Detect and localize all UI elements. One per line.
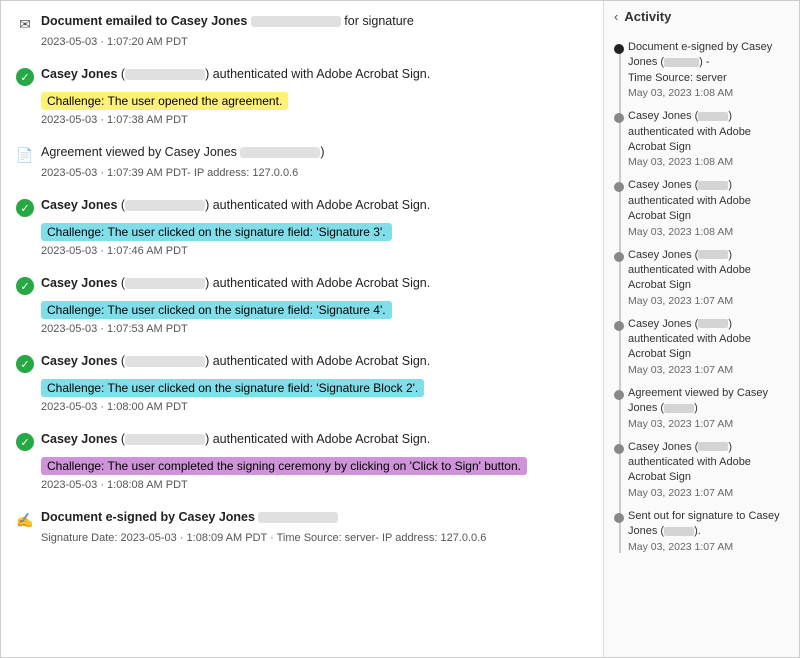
timeline-item-6: Casey Jones ()authenticated with Adobe A… (628, 440, 789, 499)
event-text-wrapper: Casey Jones () authenticated with Adobe … (41, 353, 589, 371)
event-text-wrapper: Agreement viewed by Casey Jones ) (41, 144, 589, 162)
event-text: Casey Jones () authenticated with Adobe … (41, 198, 430, 212)
event-timestamp-auth-5: 2023-05-03 · 1:08:08 AM PDT (41, 479, 589, 491)
timeline-date-1: May 03, 2023 1:08 AM (628, 156, 789, 168)
activity-title: Activity (624, 9, 671, 24)
check-icon: ✓ (15, 198, 35, 218)
event-text-wrapper: Casey Jones () authenticated with Adobe … (41, 431, 589, 449)
timeline-text-7: Sent out for signature to Casey Jones ()… (628, 509, 789, 540)
challenge-box-auth-2: Challenge: The user clicked on the signa… (41, 223, 392, 241)
event-header-auth-5: ✓ Casey Jones () authenticated with Adobe… (15, 431, 589, 452)
event-text: Document e-signed by Casey Jones (41, 510, 338, 524)
timeline-item-3: Casey Jones ()authenticated with Adobe A… (628, 248, 789, 307)
timeline-dot-1 (614, 113, 624, 123)
timeline-text-2: Casey Jones ()authenticated with Adobe A… (628, 178, 789, 224)
left-panel: ✉ Document emailed to Casey Jones for sig… (1, 1, 604, 657)
timeline-text-6: Casey Jones ()authenticated with Adobe A… (628, 440, 789, 486)
timeline-item-7: Sent out for signature to Casey Jones ()… (628, 509, 789, 553)
timeline-date-2: May 03, 2023 1:08 AM (628, 226, 789, 238)
event-header-esigned: ✍ Document e-signed by Casey Jones (15, 509, 589, 530)
timeline-date-5: May 03, 2023 1:07 AM (628, 418, 789, 430)
timeline-date-7: May 03, 2023 1:07 AM (628, 541, 789, 553)
event-header-auth-1: ✓ Casey Jones () authenticated with Adobe… (15, 66, 589, 87)
event-timestamp-auth-2: 2023-05-03 · 1:07:46 AM PDT (41, 245, 589, 257)
timeline-text-1: Casey Jones ()authenticated with Adobe A… (628, 109, 789, 155)
challenge-box-auth-5: Challenge: The user completed the signin… (41, 457, 527, 475)
timeline-item-1: Casey Jones ()authenticated with Adobe A… (628, 109, 789, 168)
check-icon: ✓ (15, 276, 35, 296)
timeline-date-4: May 03, 2023 1:07 AM (628, 364, 789, 376)
activity-timeline: Document e-signed by Casey Jones () -Tim… (614, 40, 789, 553)
timeline-dot-6 (614, 444, 624, 454)
esign-icon: ✍ (15, 510, 35, 530)
event-text: Casey Jones () authenticated with Adobe … (41, 276, 430, 290)
event-text-wrapper: Document e-signed by Casey Jones (41, 509, 589, 527)
timeline-dot-2 (614, 182, 624, 192)
event-header-view-1: 📄 Agreement viewed by Casey Jones ) (15, 144, 589, 165)
event-timestamp-view-1: 2023-05-03 · 1:07:39 AM PDT- IP address:… (41, 167, 589, 179)
event-item-email-sent: ✉ Document emailed to Casey Jones for sig… (15, 13, 589, 56)
activity-header: ‹ Activity (614, 9, 789, 30)
timeline-item-5: Agreement viewed by Casey Jones ()May 03… (628, 386, 789, 430)
timeline-date-0: May 03, 2023 1:08 AM (628, 87, 789, 99)
timeline-date-3: May 03, 2023 1:07 AM (628, 295, 789, 307)
event-text: Document emailed to Casey Jones for sign… (41, 14, 414, 28)
event-item-auth-5: ✓ Casey Jones () authenticated with Adobe… (15, 431, 589, 499)
check-icon: ✓ (15, 67, 35, 87)
challenge-box-auth-1: Challenge: The user opened the agreement… (41, 92, 288, 110)
timeline-text-5: Agreement viewed by Casey Jones () (628, 386, 789, 417)
timeline-text-3: Casey Jones ()authenticated with Adobe A… (628, 248, 789, 294)
event-item-auth-2: ✓ Casey Jones () authenticated with Adobe… (15, 197, 589, 265)
timeline-text-4: Casey Jones ()authenticated with Adobe A… (628, 317, 789, 363)
event-text-wrapper: Casey Jones () authenticated with Adobe … (41, 66, 589, 84)
event-item-esigned: ✍ Document e-signed by Casey Jones Signat… (15, 509, 589, 552)
event-timestamp-auth-4: 2023-05-03 · 1:08:00 AM PDT (41, 401, 589, 413)
event-header-auth-3: ✓ Casey Jones () authenticated with Adobe… (15, 275, 589, 296)
timeline-text-0: Document e-signed by Casey Jones () -Tim… (628, 40, 789, 86)
timeline-dot-4 (614, 321, 624, 331)
event-text: Casey Jones () authenticated with Adobe … (41, 354, 430, 368)
event-text: Casey Jones () authenticated with Adobe … (41, 67, 430, 81)
check-icon: ✓ (15, 354, 35, 374)
timeline-dot-0 (614, 44, 624, 54)
event-item-auth-3: ✓ Casey Jones () authenticated with Adobe… (15, 275, 589, 343)
timeline-item-4: Casey Jones ()authenticated with Adobe A… (628, 317, 789, 376)
event-header-email-sent: ✉ Document emailed to Casey Jones for sig… (15, 13, 589, 34)
event-item-auth-1: ✓ Casey Jones () authenticated with Adobe… (15, 66, 589, 134)
challenge-box-auth-4: Challenge: The user clicked on the signa… (41, 379, 424, 397)
timeline-date-6: May 03, 2023 1:07 AM (628, 487, 789, 499)
event-timestamp-email-sent: 2023-05-03 · 1:07:20 AM PDT (41, 36, 589, 48)
event-text-wrapper: Document emailed to Casey Jones for sign… (41, 13, 589, 31)
event-header-auth-4: ✓ Casey Jones () authenticated with Adobe… (15, 353, 589, 374)
event-timestamp-esigned: Signature Date: 2023-05-03 · 1:08:09 AM … (41, 532, 589, 544)
back-arrow-icon[interactable]: ‹ (614, 9, 618, 24)
event-text-wrapper: Casey Jones () authenticated with Adobe … (41, 275, 589, 293)
timeline-dot-3 (614, 252, 624, 262)
event-header-auth-2: ✓ Casey Jones () authenticated with Adobe… (15, 197, 589, 218)
event-text: Casey Jones () authenticated with Adobe … (41, 432, 430, 446)
event-item-auth-4: ✓ Casey Jones () authenticated with Adobe… (15, 353, 589, 421)
right-panel: ‹ Activity Document e-signed by Casey Jo… (604, 1, 799, 657)
event-text-wrapper: Casey Jones () authenticated with Adobe … (41, 197, 589, 215)
timeline-dot-7 (614, 513, 624, 523)
event-timestamp-auth-1: 2023-05-03 · 1:07:38 AM PDT (41, 114, 589, 126)
challenge-box-auth-3: Challenge: The user clicked on the signa… (41, 301, 392, 319)
event-item-view-1: 📄 Agreement viewed by Casey Jones ) 2023-0… (15, 144, 589, 187)
timeline-dot-5 (614, 390, 624, 400)
timeline-item-2: Casey Jones ()authenticated with Adobe A… (628, 178, 789, 237)
check-icon: ✓ (15, 432, 35, 452)
timeline-item-0: Document e-signed by Casey Jones () -Tim… (628, 40, 789, 99)
event-text: Agreement viewed by Casey Jones ) (41, 145, 325, 159)
event-timestamp-auth-3: 2023-05-03 · 1:07:53 AM PDT (41, 323, 589, 335)
view-icon: 📄 (15, 145, 35, 165)
email-icon: ✉ (15, 14, 35, 34)
